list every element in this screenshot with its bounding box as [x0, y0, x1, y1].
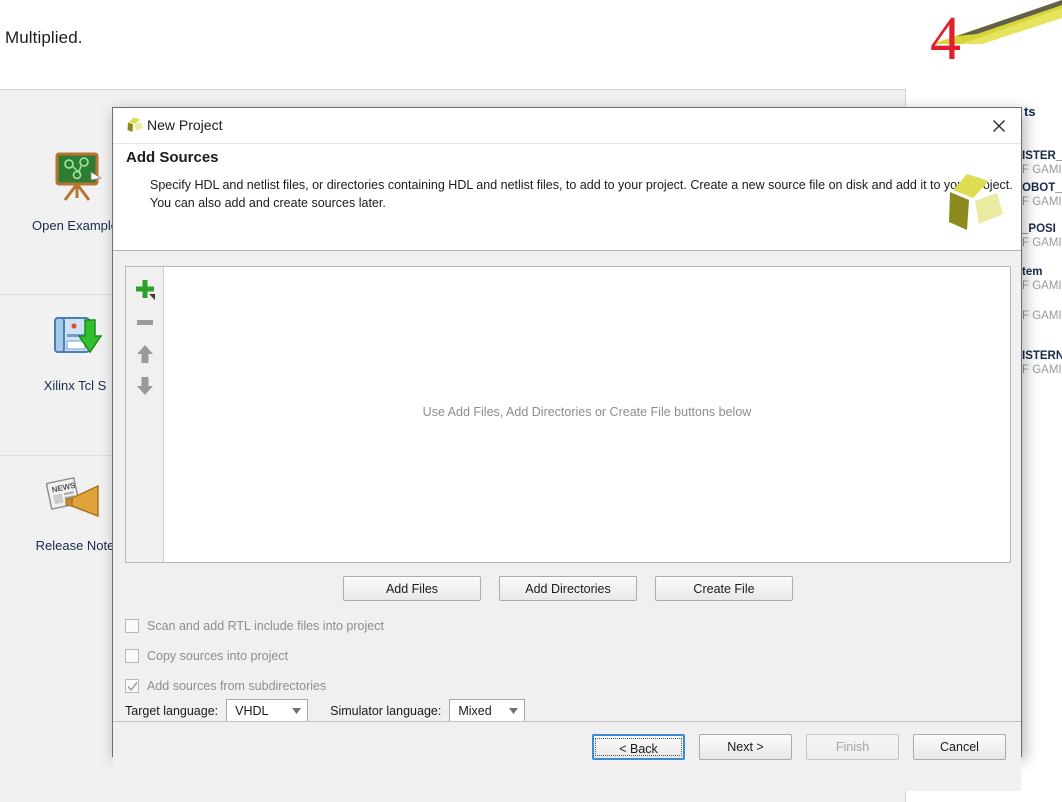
- recent-project-item[interactable]: ISTERN F GAMI: [1022, 350, 1062, 376]
- simulator-language-value: Mixed: [458, 704, 492, 718]
- recent-project-name: ISTERN: [1022, 350, 1062, 362]
- add-icon[interactable]: [130, 275, 160, 305]
- option-label: Scan and add RTL include files into proj…: [147, 619, 384, 633]
- quickstart-label: Release Note: [35, 538, 115, 553]
- recent-project-name: ISTER_: [1022, 150, 1062, 162]
- recent-project-path: F GAMI: [1022, 164, 1062, 176]
- back-button[interactable]: < Back: [592, 734, 685, 760]
- dialog-footer: < Back Next > Finish Cancel: [113, 721, 1021, 791]
- new-project-dialog: New Project Add Sources Specify HDL and …: [112, 107, 1023, 791]
- dialog-titlebar: New Project: [113, 108, 1021, 144]
- option-label: Add sources from subdirectories: [147, 679, 327, 693]
- simulator-language-label: Simulator language:: [330, 704, 442, 718]
- next-button[interactable]: Next >: [699, 734, 792, 760]
- target-language-label: Target language:: [125, 704, 219, 718]
- checkbox-unchecked-icon: [125, 619, 139, 633]
- slide-number: 4: [930, 5, 961, 73]
- option-add-subdirectories[interactable]: Add sources from subdirectories: [125, 679, 326, 693]
- option-label: Copy sources into project: [147, 649, 289, 663]
- back-button-label: < Back: [595, 738, 682, 756]
- recent-project-name: _POSI: [1022, 223, 1056, 235]
- wizard-nav-buttons: < Back Next > Finish Cancel: [592, 734, 1006, 760]
- move-down-icon[interactable]: [130, 371, 160, 401]
- add-files-button[interactable]: Add Files: [343, 576, 481, 601]
- page-description: Specify HDL and netlist files, or direct…: [150, 178, 1013, 210]
- sources-list-container: Use Add Files, Add Directories or Create…: [125, 266, 1011, 563]
- recent-project-name: tem: [1022, 266, 1043, 278]
- quickstart-label: Xilinx Tcl S: [43, 378, 107, 393]
- language-row: Target language: VHDL Simulator language…: [125, 699, 526, 723]
- recent-project-item[interactable]: ISTER_ F GAMI: [1022, 150, 1062, 176]
- checkbox-unchecked-icon: [125, 649, 139, 663]
- simulator-language-select[interactable]: Mixed: [449, 699, 526, 723]
- dialog-title: New Project: [147, 117, 223, 133]
- sources-list-empty-message: Use Add Files, Add Directories or Create…: [422, 405, 752, 419]
- recent-project-item[interactable]: _POSI F GAMI: [1022, 223, 1062, 249]
- chevron-down-icon: [285, 700, 307, 722]
- dialog-body: Use Add Files, Add Directories or Create…: [113, 251, 1023, 723]
- sources-actions-row: Add Files Add Directories Create File: [113, 576, 1023, 601]
- recent-project-path: F GAMI: [1022, 237, 1062, 249]
- recent-project-path: F GAMI: [1022, 364, 1062, 376]
- cancel-button[interactable]: Cancel: [913, 734, 1006, 760]
- sources-list-toolbar: [126, 267, 164, 562]
- create-file-button[interactable]: Create File: [655, 576, 793, 601]
- add-directories-button[interactable]: Add Directories: [499, 576, 637, 601]
- checkbox-checked-icon: [125, 679, 139, 693]
- quickstart-label: Open Example: [32, 218, 118, 233]
- vivado-logo-icon: [124, 117, 144, 135]
- sources-list[interactable]: Use Add Files, Add Directories or Create…: [164, 267, 1010, 562]
- close-icon[interactable]: [986, 114, 1012, 138]
- recent-project-item[interactable]: tem F GAMI: [1022, 266, 1062, 292]
- option-scan-rtl-include[interactable]: Scan and add RTL include files into proj…: [125, 619, 384, 633]
- target-language-select[interactable]: VHDL: [226, 699, 309, 723]
- recent-projects-title: ts: [1024, 104, 1036, 119]
- page-title: Add Sources: [126, 149, 219, 166]
- finish-button: Finish: [806, 734, 899, 760]
- remove-icon[interactable]: [130, 307, 160, 337]
- header-divider: [0, 89, 905, 90]
- screen: y. Multiplied. 4 Open Example: [0, 0, 1062, 802]
- target-language-value: VHDL: [235, 704, 269, 718]
- chevron-down-icon: [502, 700, 524, 722]
- recent-project-item[interactable]: F GAMI: [1022, 308, 1062, 322]
- recent-project-path: F GAMI: [1022, 310, 1062, 322]
- option-copy-sources[interactable]: Copy sources into project: [125, 649, 288, 663]
- vivado-logo-icon: [937, 172, 1005, 236]
- recent-project-path: F GAMI: [1022, 280, 1062, 292]
- banner-tagline: y. Multiplied.: [0, 28, 83, 47]
- dialog-header: Add Sources Specify HDL and netlist file…: [113, 144, 1021, 251]
- move-up-icon[interactable]: [130, 339, 160, 369]
